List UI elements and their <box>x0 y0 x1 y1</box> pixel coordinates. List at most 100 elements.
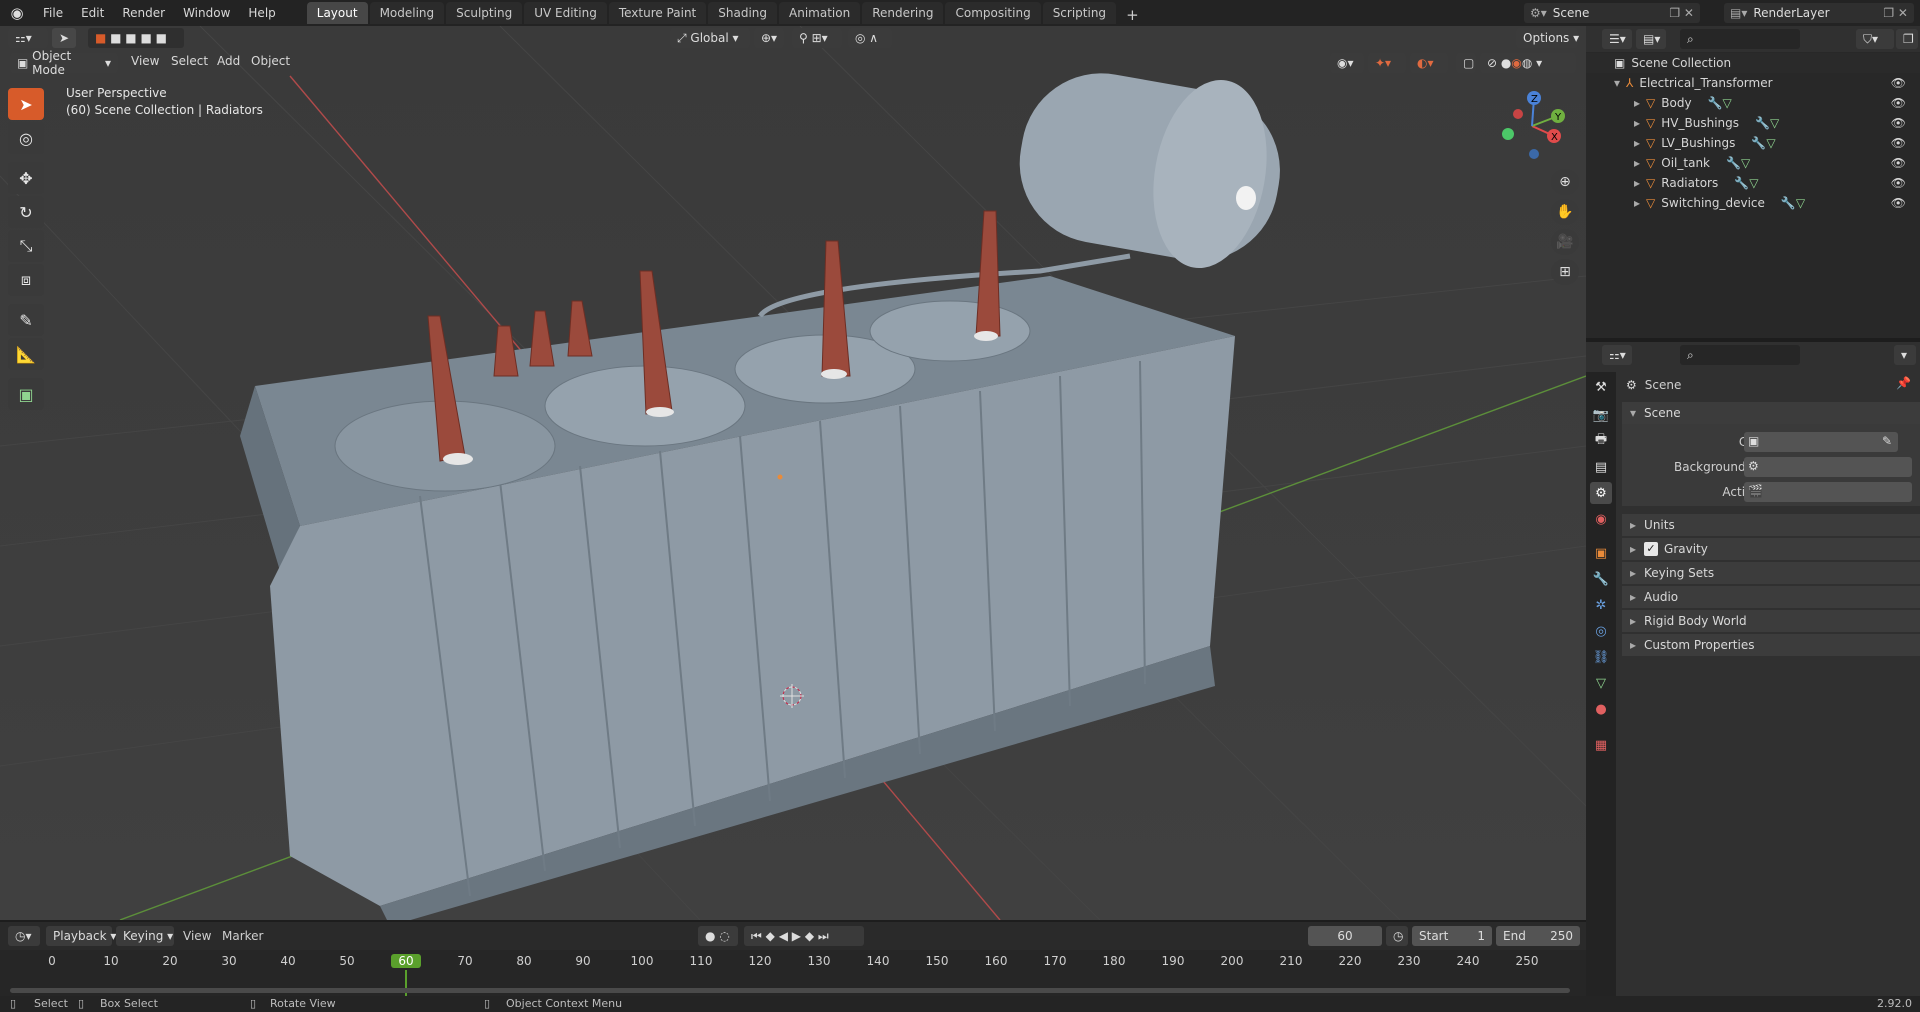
tool-tab-icon[interactable]: ⚒ <box>1590 376 1612 398</box>
select-box-icon[interactable]: ➤ <box>8 88 44 120</box>
end-frame-field[interactable]: End 250 <box>1496 926 1580 946</box>
eye-icon[interactable]: 👁 <box>1891 76 1906 90</box>
eye-icon[interactable]: 👁 <box>1891 96 1906 110</box>
eye-icon[interactable]: 👁 <box>1891 176 1906 190</box>
particles-tab-icon[interactable]: ✲ <box>1590 594 1612 616</box>
prev-keyframe-icon[interactable]: ◆ <box>766 929 775 943</box>
jump-start-icon[interactable]: ⏮ <box>751 929 762 944</box>
panel-keying-sets[interactable]: ▸ Keying Sets <box>1622 562 1920 584</box>
viewport-menu-add[interactable]: Add <box>217 54 240 68</box>
view-layer-selector[interactable]: ▤▾ RenderLayer ❐ ✕ <box>1724 3 1914 23</box>
annotate-icon[interactable]: ✎ <box>8 304 44 336</box>
play-icon[interactable]: ▶ <box>792 929 801 943</box>
viewport-menu-select[interactable]: Select <box>171 54 208 68</box>
visibility-icon[interactable]: ◉▾ <box>1330 53 1364 73</box>
tree-row-hv-bushings[interactable]: ▸ ▽ HV_Bushings 🔧 ▽ 👁 <box>1586 113 1920 133</box>
background-scene-field[interactable]: ⚙ <box>1744 457 1912 477</box>
editor-type-button[interactable]: ⚏▾ <box>8 28 48 48</box>
pin-icon[interactable]: 📌 <box>1896 376 1911 390</box>
eye-icon[interactable]: 👁 <box>1891 156 1906 170</box>
eye-icon[interactable]: 👁 <box>1891 116 1906 130</box>
menu-file[interactable]: File <box>34 0 72 26</box>
next-keyframe-icon[interactable]: ◆ <box>805 929 814 943</box>
pan-hand-icon[interactable]: ✋ <box>1551 199 1579 225</box>
panel-rigid-body-world[interactable]: ▸ Rigid Body World <box>1622 610 1920 632</box>
tree-row-lv-bushings[interactable]: ▸ ▽ LV_Bushings 🔧 ▽ 👁 <box>1586 133 1920 153</box>
texture-tab-icon[interactable]: ▦ <box>1590 734 1612 756</box>
expand-arrow-icon[interactable]: ▾ <box>1614 76 1620 90</box>
camera-view-icon[interactable]: 🎥 <box>1551 229 1579 255</box>
close-icon[interactable]: ❐ ✕ <box>1883 6 1914 20</box>
add-cube-icon[interactable]: ▣ <box>8 378 44 410</box>
gravity-checkbox[interactable]: ✓ <box>1644 542 1659 556</box>
panel-units[interactable]: ▸ Units <box>1622 514 1920 536</box>
blender-logo-icon[interactable]: ◉ <box>0 0 34 26</box>
move-icon[interactable]: ✥ <box>8 162 44 194</box>
3d-viewport[interactable] <box>0 26 1586 920</box>
zoom-icon[interactable]: ⊕ <box>1551 169 1579 195</box>
navigation-gizmo[interactable]: X Y Z <box>1492 86 1572 166</box>
tree-row-scene-collection[interactable]: ▣ Scene Collection <box>1586 53 1920 73</box>
world-tab-icon[interactable]: ◉ <box>1590 508 1612 530</box>
scene-tab-icon[interactable]: ⚙ <box>1590 482 1612 504</box>
viewport-menu-view[interactable]: View <box>131 54 159 68</box>
scene-selector[interactable]: ⚙▾ Scene ❐ ✕ <box>1524 3 1700 23</box>
perspective-toggle-icon[interactable]: ⊞ <box>1551 259 1579 285</box>
transform-orientation-select[interactable]: ⤢ Global ▾ <box>670 28 750 48</box>
tab-layout[interactable]: Layout <box>306 2 368 24</box>
physics-tab-icon[interactable]: ◎ <box>1590 620 1612 642</box>
new-collection-icon[interactable]: ❐ <box>1896 29 1918 49</box>
output-tab-icon[interactable]: 🖶 <box>1590 430 1612 452</box>
overlays-toggle-icon[interactable]: ◐▾ <box>1410 53 1448 73</box>
render-tab-icon[interactable]: 📷 <box>1590 404 1612 426</box>
tree-row-oil-tank[interactable]: ▸ ▽ Oil_tank 🔧 ▽ 👁 <box>1586 153 1920 173</box>
expand-arrow-icon[interactable]: ▸ <box>1634 156 1640 170</box>
frame-ruler[interactable]: 0 10 20 30 40 50 60 70 80 90 100 110 120 130 140 150 160… <box>0 950 1586 996</box>
rotate-icon[interactable]: ↻ <box>8 196 44 228</box>
panel-gravity[interactable]: ▸ ✓ Gravity <box>1622 538 1920 560</box>
view-layer-tab-icon[interactable]: ▤ <box>1590 456 1612 478</box>
auto-keying-icon[interactable]: ● ◌ <box>698 926 738 946</box>
outliner-search-input[interactable]: ⌕ <box>1680 29 1800 49</box>
preview-range-icon[interactable]: ◷ <box>1386 926 1408 946</box>
play-reverse-icon[interactable]: ◀ <box>779 929 788 943</box>
tab-animation[interactable]: Animation <box>779 2 861 24</box>
menu-help[interactable]: Help <box>239 0 284 26</box>
options-dropdown-icon[interactable]: ▾ <box>1894 345 1916 365</box>
tab-uv-editing[interactable]: UV Editing <box>524 2 607 24</box>
tree-row-electrical-transformer[interactable]: ▾ ⅄ Electrical_Transformer 👁 <box>1586 73 1920 93</box>
xray-toggle-icon[interactable]: ▢ <box>1456 53 1476 73</box>
expand-arrow-icon[interactable]: ▸ <box>1634 96 1640 110</box>
playback-menu[interactable]: Playback ▾ <box>46 926 116 946</box>
properties-search-input[interactable]: ⌕ <box>1680 345 1800 365</box>
expand-arrow-icon[interactable]: ▸ <box>1634 116 1640 130</box>
timeline-menu-marker[interactable]: Marker <box>222 929 263 943</box>
gizmo-toggle-icon[interactable]: ✦▾ <box>1368 53 1406 73</box>
proportional-edit-icon[interactable]: ◎ ∧ <box>848 28 892 48</box>
tab-texture-paint[interactable]: Texture Paint <box>608 2 707 24</box>
close-icon[interactable]: ❐ ✕ <box>1669 6 1700 20</box>
object-mode-select[interactable]: ▣ Object Mode ▾ <box>10 49 118 77</box>
keying-menu[interactable]: Keying ▾ <box>116 926 174 946</box>
display-mode-icon[interactable]: ▤▾ <box>1636 29 1666 49</box>
selection-mode-buttons[interactable]: ■ ■ ■ ■ ■ <box>88 28 184 48</box>
eye-icon[interactable]: 👁 <box>1891 136 1906 150</box>
tab-rendering[interactable]: Rendering <box>862 2 944 24</box>
menu-edit[interactable]: Edit <box>72 0 113 26</box>
timeline-menu-view[interactable]: View <box>183 929 211 943</box>
tree-row-radiators[interactable]: ▸ ▽ Radiators 🔧 ▽ 👁 <box>1586 173 1920 193</box>
tree-row-switching-device[interactable]: ▸ ▽ Switching_device 🔧 ▽ 👁 <box>1586 193 1920 213</box>
select-tool-icon[interactable]: ➤ <box>52 28 76 48</box>
transform-icon[interactable]: ⧈ <box>8 264 44 296</box>
playback-controls[interactable]: ⏮ ◆ ◀ ▶ ◆ ⏭ <box>744 926 864 946</box>
constraints-tab-icon[interactable]: ⛓ <box>1590 646 1612 668</box>
object-tab-icon[interactable]: ▣ <box>1590 542 1612 564</box>
measure-icon[interactable]: 📐 <box>8 338 44 370</box>
eyedropper-icon[interactable]: ✎ <box>1882 434 1892 448</box>
panel-custom-properties[interactable]: ▸ Custom Properties <box>1622 634 1920 656</box>
timeline-editor-type-icon[interactable]: ◷▾ <box>8 926 40 946</box>
scale-icon[interactable]: ⤡ <box>8 230 44 262</box>
eye-icon[interactable]: 👁 <box>1891 196 1906 210</box>
data-tab-icon[interactable]: ▽ <box>1590 672 1612 694</box>
pivot-point-icon[interactable]: ⊕▾ <box>754 28 784 48</box>
